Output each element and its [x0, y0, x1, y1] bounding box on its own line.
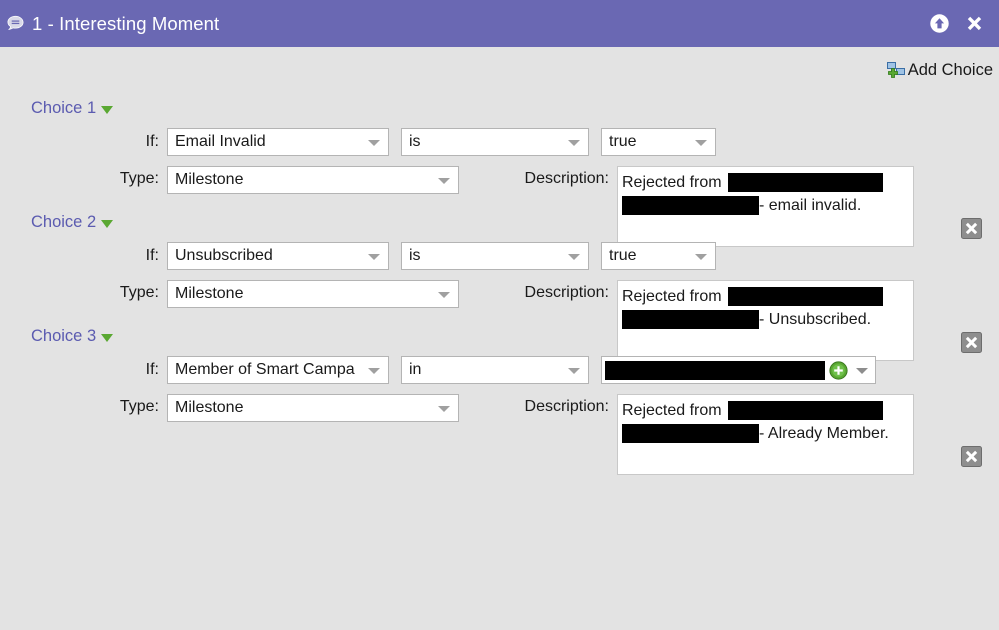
choice-3-operator-value: in	[409, 361, 422, 378]
choice-1-value[interactable]: true	[601, 128, 716, 156]
choice-1-condition-row: If: Email Invalid is true	[0, 128, 999, 156]
choice-2-condition-field-value: Unsubscribed	[175, 247, 273, 264]
chevron-down-icon	[438, 292, 450, 298]
if-label-3: If:	[145, 361, 159, 378]
choice-1-type-select[interactable]: Milestone	[167, 166, 459, 194]
chevron-down-icon	[438, 406, 450, 412]
choice-2-operator[interactable]: is	[401, 242, 589, 270]
window-title-bar: 1 - Interesting Moment	[0, 0, 999, 47]
add-node-icon	[886, 62, 906, 79]
choice-2-title: Choice 2	[31, 213, 97, 231]
add-choice-label: Add Choice	[907, 61, 993, 79]
redacted-value-block	[605, 360, 825, 380]
chevron-down-icon	[368, 368, 380, 374]
description-line-1: Rejected from	[622, 285, 908, 308]
choice-1-value-text: true	[609, 133, 637, 150]
choice-1-operator-value: is	[409, 133, 421, 150]
choice-3-operator[interactable]: in	[401, 356, 589, 384]
choice-3-description-suffix: - Already Member.	[759, 425, 889, 442]
type-label-2: Type:	[119, 284, 159, 301]
choice-2-header[interactable]: Choice 2	[0, 213, 114, 232]
choice-block-2: Choice 2 If: Unsubscribed is true Type: …	[0, 213, 999, 361]
type-label-3: Type:	[119, 398, 159, 415]
choice-3-description-group: Description: Rejected from - Already Mem…	[497, 394, 914, 475]
description-label-1: Description:	[524, 170, 609, 187]
choice-2-description-prefix: Rejected from	[622, 288, 722, 305]
choice-1-operator[interactable]: is	[401, 128, 589, 156]
add-plus-icon[interactable]	[829, 360, 848, 380]
add-choice-row: Add Choice	[0, 47, 999, 80]
chevron-down-icon[interactable]	[101, 220, 114, 228]
chevron-down-icon[interactable]	[101, 106, 114, 114]
redacted-text-block	[727, 173, 883, 192]
chevron-down-icon	[568, 140, 580, 146]
title-bar-controls	[929, 13, 989, 34]
choice-3-delete-button[interactable]	[961, 446, 982, 467]
chevron-down-icon[interactable]	[856, 368, 868, 374]
choice-2-operator-value: is	[409, 247, 421, 264]
chevron-down-icon	[695, 140, 707, 146]
choice-3-title: Choice 3	[31, 327, 97, 345]
window-title: 1 - Interesting Moment	[32, 12, 220, 34]
type-label-1: Type:	[119, 170, 159, 187]
collapse-up-icon[interactable]	[929, 13, 950, 34]
description-line-1: Rejected from	[622, 399, 908, 422]
choice-1-type-value: Milestone	[175, 171, 244, 188]
choice-2-type-row: Type: Milestone Description: Rejected fr…	[0, 280, 999, 361]
choice-3-description-input[interactable]: Rejected from - Already Member.	[617, 394, 914, 475]
choice-3-value-combo[interactable]	[601, 356, 876, 384]
redacted-text-block	[622, 424, 759, 443]
choice-1-condition-field[interactable]: Email Invalid	[167, 128, 389, 156]
choice-1-header[interactable]: Choice 1	[0, 99, 114, 118]
choice-3-type-row: Type: Milestone Description: Rejected fr…	[0, 394, 999, 475]
chevron-down-icon	[368, 254, 380, 260]
choice-3-condition-field[interactable]: Member of Smart Campa	[167, 356, 389, 384]
choice-1-title: Choice 1	[31, 99, 97, 117]
title-bar-left: 1 - Interesting Moment	[6, 13, 929, 35]
description-label-2: Description:	[524, 284, 609, 301]
redacted-text-block	[727, 401, 883, 420]
chevron-down-icon	[568, 254, 580, 260]
description-line-1: Rejected from	[622, 171, 908, 194]
choice-1-description-prefix: Rejected from	[622, 174, 722, 191]
chevron-down-icon[interactable]	[101, 334, 114, 342]
chevron-down-icon	[568, 368, 580, 374]
choice-2-type-value: Milestone	[175, 285, 244, 302]
chevron-down-icon	[368, 140, 380, 146]
choice-2-condition-row: If: Unsubscribed is true	[0, 242, 999, 270]
choices-panel: Add Choice Choice 1 If: Email Invalid is…	[0, 47, 999, 630]
if-label-1: If:	[145, 133, 159, 150]
redacted-text-block	[727, 287, 883, 306]
close-icon[interactable]	[964, 13, 985, 34]
speech-bubble-icon	[6, 14, 25, 33]
choice-block-1: Choice 1 If: Email Invalid is true Type:…	[0, 99, 999, 247]
choice-2-value[interactable]: true	[601, 242, 716, 270]
choice-3-condition-row: If: Member of Smart Campa in	[0, 356, 999, 384]
choice-3-header[interactable]: Choice 3	[0, 327, 114, 346]
description-label-3: Description:	[524, 398, 609, 415]
choice-2-value-text: true	[609, 247, 637, 264]
choice-3-type-value: Milestone	[175, 399, 244, 416]
choice-3-description-prefix: Rejected from	[622, 402, 722, 419]
chevron-down-icon	[438, 178, 450, 184]
choice-3-condition-field-value: Member of Smart Campa	[175, 361, 355, 378]
choice-1-condition-field-value: Email Invalid	[175, 133, 266, 150]
add-choice-button[interactable]: Add Choice	[886, 61, 993, 80]
choice-1-type-row: Type: Milestone Description: Rejected fr…	[0, 166, 999, 247]
choice-2-condition-field[interactable]: Unsubscribed	[167, 242, 389, 270]
choice-3-type-select[interactable]: Milestone	[167, 394, 459, 422]
if-label-2: If:	[145, 247, 159, 264]
choice-2-type-select[interactable]: Milestone	[167, 280, 459, 308]
description-line-2: - Already Member.	[622, 422, 908, 445]
chevron-down-icon	[695, 254, 707, 260]
choice-block-3: Choice 3 If: Member of Smart Campa in Ty…	[0, 327, 999, 475]
